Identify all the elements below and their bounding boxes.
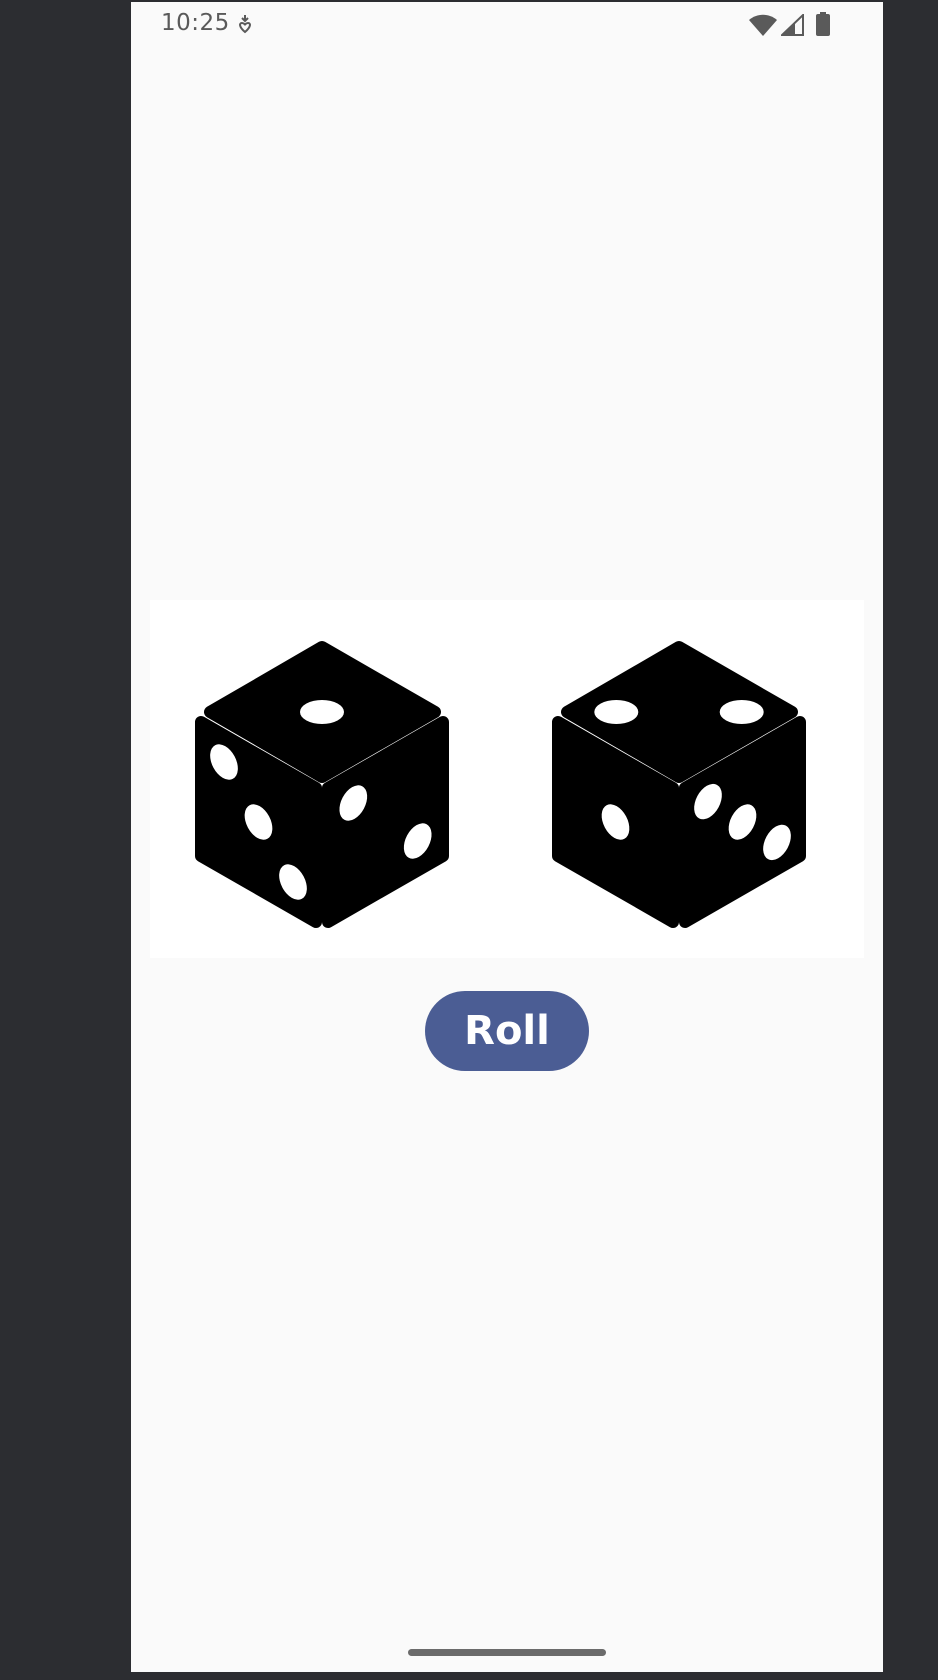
- die-pip: [719, 700, 764, 724]
- app-screen: 10:25 Roll: [131, 2, 883, 1672]
- signal-icon: [781, 14, 804, 36]
- battery-icon: [816, 12, 830, 36]
- die-pip: [300, 700, 344, 724]
- status-bar: 10:25: [131, 2, 883, 46]
- home-indicator[interactable]: [408, 1649, 606, 1656]
- die-faces: [195, 641, 449, 928]
- notification-icon: [239, 15, 251, 34]
- roll-button[interactable]: Roll: [425, 991, 589, 1071]
- die-pip: [594, 700, 639, 724]
- die-faces: [552, 641, 806, 928]
- dice-display: [150, 600, 864, 958]
- left-die: [195, 641, 449, 928]
- wifi-icon: [749, 14, 777, 36]
- status-time: 10:25: [161, 10, 230, 36]
- right-die: [552, 641, 806, 928]
